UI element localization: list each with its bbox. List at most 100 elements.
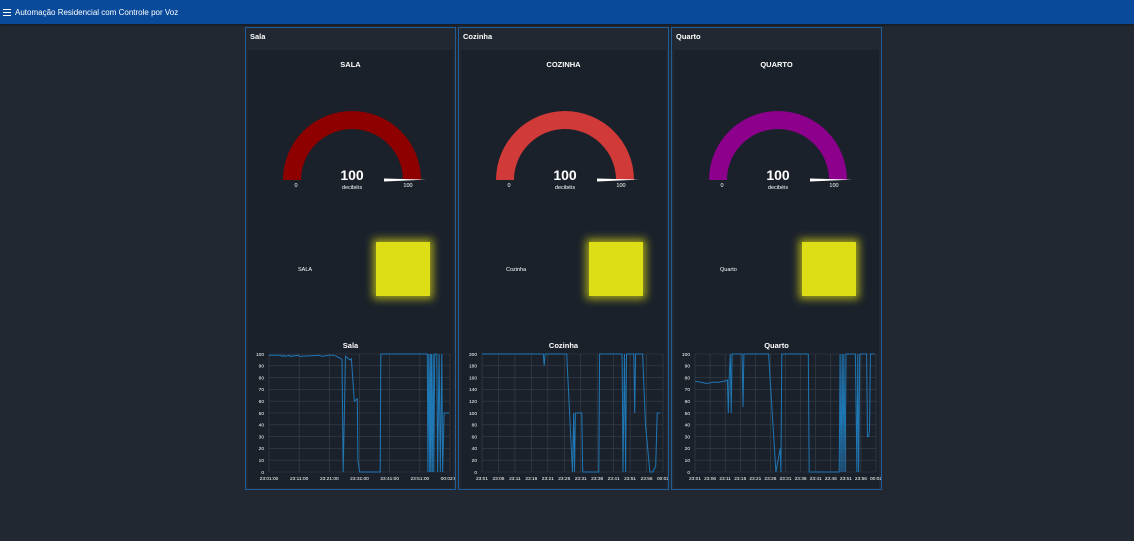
x-tick-label: 23:16	[734, 476, 746, 482]
top-bar: Automação Residencial com Controle por V…	[0, 0, 1134, 24]
x-tick-label: 23:11:00	[290, 476, 309, 482]
y-tick-label: 20	[685, 446, 691, 452]
gauge-value: 100	[340, 167, 364, 183]
led-label: Quarto	[720, 267, 737, 273]
x-tick-label: 23:31	[779, 476, 791, 482]
y-tick-label: 100	[256, 352, 264, 358]
y-tick-label: 180	[469, 364, 477, 370]
y-tick-label: 160	[469, 375, 477, 381]
gauge-min: 0	[507, 183, 510, 189]
y-tick-label: 60	[685, 399, 691, 405]
chart-card: Quarto 0 10 20 30 40 50 60 70 80 90 100 23:01 23:06 2…	[674, 336, 881, 488]
gauge-max: 100	[616, 183, 625, 189]
x-tick-label: 23:01:00	[260, 476, 279, 482]
y-tick-label: 20	[259, 446, 265, 452]
gauge: 100 decibéis 0 100	[283, 111, 426, 191]
y-tick-label: 90	[259, 364, 265, 370]
gauge-value: 100	[553, 167, 577, 183]
led-label: SALA	[298, 267, 313, 273]
x-tick-label: 23:26	[558, 476, 570, 482]
gauge-max: 100	[403, 183, 412, 189]
x-tick-label: 23:56	[855, 476, 867, 482]
gauge-units: decibéis	[768, 185, 788, 191]
x-tick-label: 23:36	[795, 476, 807, 482]
y-tick-label: 140	[469, 387, 477, 393]
led-indicator	[802, 242, 856, 296]
app-title: Automação Residencial com Controle por V…	[15, 7, 179, 17]
y-tick-label: 30	[259, 434, 265, 440]
x-tick-label: 23:01	[476, 476, 488, 482]
y-tick-label: 60	[259, 399, 265, 405]
x-tick-label: 23:41:00	[380, 476, 399, 482]
y-tick-label: 40	[685, 423, 691, 429]
y-tick-label: 0	[474, 470, 477, 476]
x-tick-label: 23:21	[749, 476, 761, 482]
group-quarto: Quarto QUARTO 100 decibéis 0 100 Quarto …	[671, 27, 882, 490]
y-tick-label: 100	[682, 352, 690, 358]
gauge-units: decibéis	[342, 185, 362, 191]
y-tick-label: 60	[472, 434, 478, 440]
led-indicator	[589, 242, 643, 296]
y-tick-label: 40	[259, 423, 265, 429]
x-tick-label: 23:21	[542, 476, 554, 482]
group-sala: Sala SALA 100 decibéis 0 100 SALA Sala 0…	[245, 27, 456, 490]
y-tick-label: 40	[472, 446, 478, 452]
x-tick-label: 23:26	[764, 476, 776, 482]
led-card: SALA	[248, 208, 453, 340]
y-tick-label: 50	[259, 411, 265, 417]
led-indicator	[376, 242, 430, 296]
x-tick-label: 23:11	[719, 476, 731, 482]
chart-card: Sala 0 10 20 30 40 50 60 70 80 90 100 23:01:00 23:11…	[248, 336, 455, 488]
gauge: 100 decibéis 0 100	[709, 111, 852, 191]
gauge-card: COZINHA 100 decibéis 0 100	[461, 50, 666, 224]
y-tick-label: 80	[472, 423, 478, 429]
group-cozinha: Cozinha COZINHA 100 decibéis 0 100 Cozin…	[458, 27, 669, 490]
y-tick-label: 10	[685, 458, 691, 464]
y-tick-label: 20	[472, 458, 478, 464]
y-tick-label: 50	[685, 411, 691, 417]
x-tick-label: 23:11	[509, 476, 521, 482]
y-tick-label: 80	[685, 375, 691, 381]
led-label: Cozinha	[506, 267, 527, 273]
y-tick-label: 70	[685, 387, 691, 393]
x-tick-label: 23:51	[840, 476, 852, 482]
hamburger-menu-icon[interactable]	[3, 8, 11, 16]
y-tick-label: 100	[469, 411, 477, 417]
x-tick-label: 23:06	[704, 476, 716, 482]
y-tick-label: 0	[687, 470, 690, 476]
x-tick-label: 23:51	[624, 476, 636, 482]
x-tick-label: 23:31:00	[350, 476, 369, 482]
x-tick-label: 00:02	[870, 476, 881, 482]
chart-card: Cozinha 0 20 40 60 80 100 120 140 160 180 200 23:01…	[461, 336, 668, 488]
x-tick-label: 00:02:00	[441, 476, 455, 482]
x-tick-label: 23:51:00	[410, 476, 429, 482]
y-tick-label: 200	[469, 352, 477, 358]
x-tick-label: 23:41	[810, 476, 822, 482]
y-tick-label: 90	[685, 364, 691, 370]
group-title: Cozinha	[463, 32, 493, 41]
x-tick-label: 23:56	[641, 476, 653, 482]
line-chart: 010203040506070809010023:01 23:06 23:11 23:…	[682, 352, 881, 482]
gauge-card: SALA 100 decibéis 0 100	[248, 50, 453, 224]
x-tick-label: 23:16	[525, 476, 537, 482]
gauge-card: QUARTO 100 decibéis 0 100	[674, 50, 879, 224]
gauge-min: 0	[294, 183, 297, 189]
y-tick-label: 0	[261, 470, 264, 476]
x-tick-label: 23:01	[689, 476, 701, 482]
led-card: Cozinha	[461, 208, 666, 340]
led-card: Quarto	[674, 208, 879, 340]
gauge-units: decibéis	[555, 185, 575, 191]
group-title: Sala	[250, 32, 266, 41]
x-tick-label: 23:31	[575, 476, 587, 482]
x-tick-label: 23:06	[492, 476, 504, 482]
x-tick-label: 23:41	[608, 476, 620, 482]
line-chart: 0 20 40 60 80 100 120 140 160 180 200 23:01 23:06 23:…	[469, 352, 668, 482]
y-tick-label: 10	[259, 458, 265, 464]
gauge-min: 0	[720, 183, 723, 189]
x-tick-label: 23:46	[825, 476, 837, 482]
x-tick-label: 23:21:00	[320, 476, 339, 482]
gauge: 100 decibéis 0 100	[496, 111, 639, 191]
gauge-max: 100	[829, 183, 838, 189]
y-tick-label: 30	[685, 434, 691, 440]
y-tick-label: 70	[259, 387, 265, 393]
